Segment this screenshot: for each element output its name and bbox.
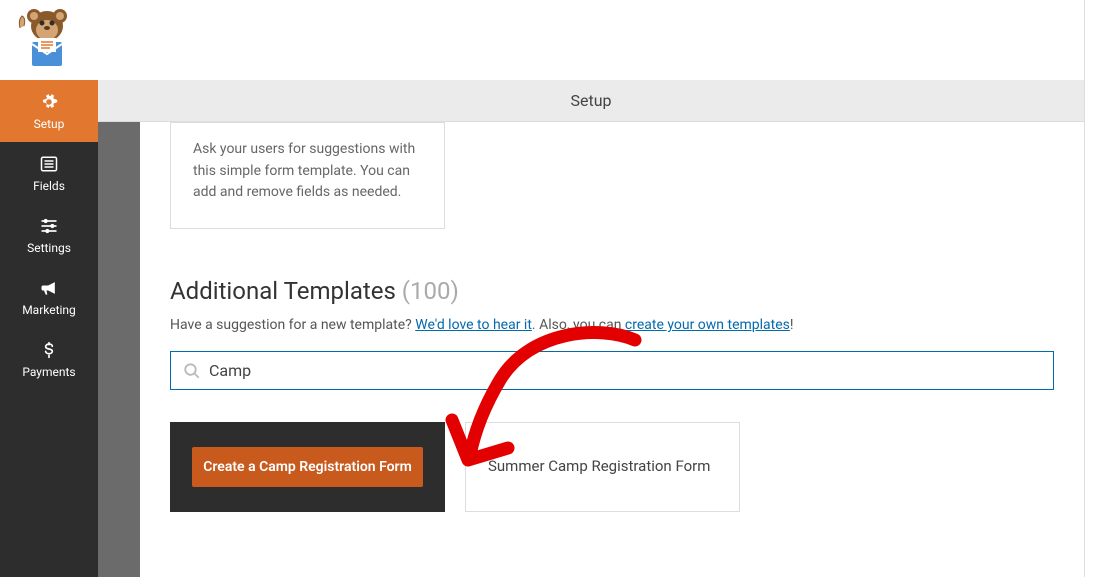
search-results: Create a Camp Registration Form Summer C…	[170, 422, 1054, 512]
gear-icon	[38, 91, 60, 113]
result-create-camp[interactable]: Create a Camp Registration Form	[170, 422, 445, 512]
wpforms-logo	[12, 8, 82, 68]
builder-sidebar: Setup Fields Settings Marketing Payments	[0, 80, 98, 577]
sidebar-item-payments[interactable]: Payments	[0, 328, 98, 390]
additional-templates-heading: Additional Templates (100)	[170, 277, 1054, 305]
heading-text: Additional Templates	[170, 277, 396, 305]
sidebar-label: Marketing	[22, 303, 76, 317]
list-icon	[38, 153, 60, 175]
result-summer-camp[interactable]: Summer Camp Registration Form	[465, 422, 740, 512]
suggestion-prefix: Have a suggestion for a new template?	[170, 317, 415, 333]
sidebar-label: Payments	[22, 365, 75, 379]
sidebar-item-settings[interactable]: Settings	[0, 204, 98, 266]
hear-it-link[interactable]: We'd love to hear it	[415, 317, 532, 333]
template-search-input[interactable]	[209, 361, 1041, 380]
bullhorn-icon	[38, 277, 60, 299]
suggestion-mid: . Also, you can	[532, 317, 625, 333]
search-icon	[183, 362, 201, 380]
result-title: Summer Camp Registration Form	[488, 456, 710, 478]
create-template-button[interactable]: Create a Camp Registration Form	[192, 447, 423, 487]
template-search-wrap[interactable]	[170, 351, 1054, 390]
template-card-truncated[interactable]: Ask your users for suggestions with this…	[170, 122, 445, 229]
sidebar-label: Settings	[27, 241, 71, 255]
builder-topbar: Setup	[98, 80, 1084, 122]
heading-count: (100)	[402, 277, 459, 305]
sliders-icon	[38, 215, 60, 237]
sidebar-label: Fields	[33, 179, 65, 193]
dollar-icon	[38, 339, 60, 361]
template-card-desc: Ask your users for suggestions with this…	[193, 141, 415, 200]
sidebar-item-fields[interactable]: Fields	[0, 142, 98, 204]
sidebar-item-marketing[interactable]: Marketing	[0, 266, 98, 328]
suggestion-line: Have a suggestion for a new template? We…	[170, 317, 1054, 333]
create-own-link[interactable]: create your own templates	[625, 317, 790, 333]
sidebar-label: Setup	[34, 117, 65, 131]
suggestion-suffix: !	[790, 317, 794, 333]
sidebar-item-setup[interactable]: Setup	[0, 80, 98, 142]
right-divider	[1084, 0, 1085, 577]
topbar-title: Setup	[570, 91, 611, 110]
setup-canvas: Ask your users for suggestions with this…	[140, 122, 1084, 577]
